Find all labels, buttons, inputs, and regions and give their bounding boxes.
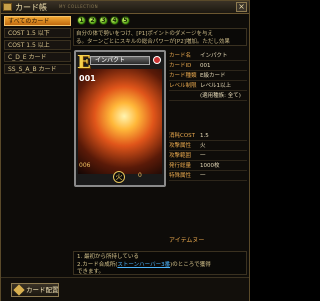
page-tab-2[interactable]: 2	[88, 16, 97, 25]
window-title: カード帳	[15, 3, 47, 12]
location-link[interactable]: ストーンハーバー3番	[117, 262, 170, 268]
detail-row: 発行総量 1000枚	[169, 161, 247, 171]
category-item-all[interactable]: すべてのカード	[4, 16, 71, 26]
detail-row: カード名 インパクト	[169, 51, 247, 61]
detail-row: 攻撃属性火	[169, 141, 247, 151]
category-list: すべてのカード COST 1.5 以下 COST 1.5 以上 C_D_E カー…	[4, 16, 71, 274]
title-bar[interactable]: カード帳 MY COLLECTION ×	[1, 1, 249, 14]
page-tab-3[interactable]: 3	[99, 16, 108, 25]
note-line: できます。	[77, 269, 104, 275]
detail-row: レベル制限 レベル1以上	[169, 81, 247, 91]
detail-row: カードID 001	[169, 61, 247, 71]
window-subtitle: MY COLLECTION	[59, 4, 99, 9]
note-line: 1. 最初から所持している	[77, 254, 139, 260]
fire-impact-artwork	[78, 69, 162, 174]
category-item-cost-low[interactable]: COST 1.5 以下	[4, 28, 71, 38]
diamond-icon	[13, 284, 25, 296]
detail-row: カード種類 E級カード	[169, 71, 247, 81]
skill-description-line: 自分の体で勢いをつけ、[P1]ポイントのダメージを与え	[76, 31, 214, 37]
fire-emblem-icon: 火	[113, 171, 125, 183]
detail-row: 攻撃範囲一	[169, 151, 247, 161]
card-number: 001	[79, 74, 96, 83]
detail-row: 消耗COST 1.5	[169, 131, 247, 141]
close-button[interactable]: ×	[236, 2, 247, 12]
skill-description-line: る。ターンごとにスキルの総合パワーが[P2]増加。ただし効果	[76, 39, 230, 45]
card-image[interactable]: E インパクト 001 006 火 0	[74, 50, 166, 187]
item-menu-link[interactable]: アイテムヌー	[169, 235, 204, 244]
page-tab-4[interactable]: 4	[110, 16, 119, 25]
card-stat: 006	[79, 162, 91, 169]
detail-row: (適用種族: 全て)	[169, 91, 247, 101]
card-name-banner: インパクト	[90, 56, 150, 65]
category-item-ssab[interactable]: SS_S_A_B カード	[4, 64, 71, 74]
acquisition-notes: 1. 最初から所持している 2.カード合成所(ストーンハーバー3番)のところで獲…	[73, 251, 247, 275]
skill-description: 自分の体で勢いをつけ、[P1]ポイントのダメージを与え る。ターンごとにスキルの…	[73, 28, 247, 46]
page-tab-5[interactable]: 5	[121, 16, 130, 25]
card-deploy-label: カード配置	[26, 286, 59, 294]
detail-row: 特殊属性一	[169, 171, 247, 181]
footer-bar: カード配置	[1, 277, 249, 301]
card-deploy-button[interactable]: カード配置	[11, 283, 59, 297]
category-item-cde[interactable]: C_D_E カード	[4, 52, 71, 62]
rarity-gem-icon	[153, 56, 161, 64]
book-icon	[3, 3, 12, 11]
page-tab-1[interactable]: 1	[77, 16, 86, 25]
category-item-cost-high[interactable]: COST 1.5 以上	[4, 40, 71, 50]
card-book-window: カード帳 MY COLLECTION × すべてのカード COST 1.5 以下…	[0, 0, 250, 301]
card-bottom-value: 0	[138, 172, 142, 179]
card-rank: E	[77, 52, 91, 73]
